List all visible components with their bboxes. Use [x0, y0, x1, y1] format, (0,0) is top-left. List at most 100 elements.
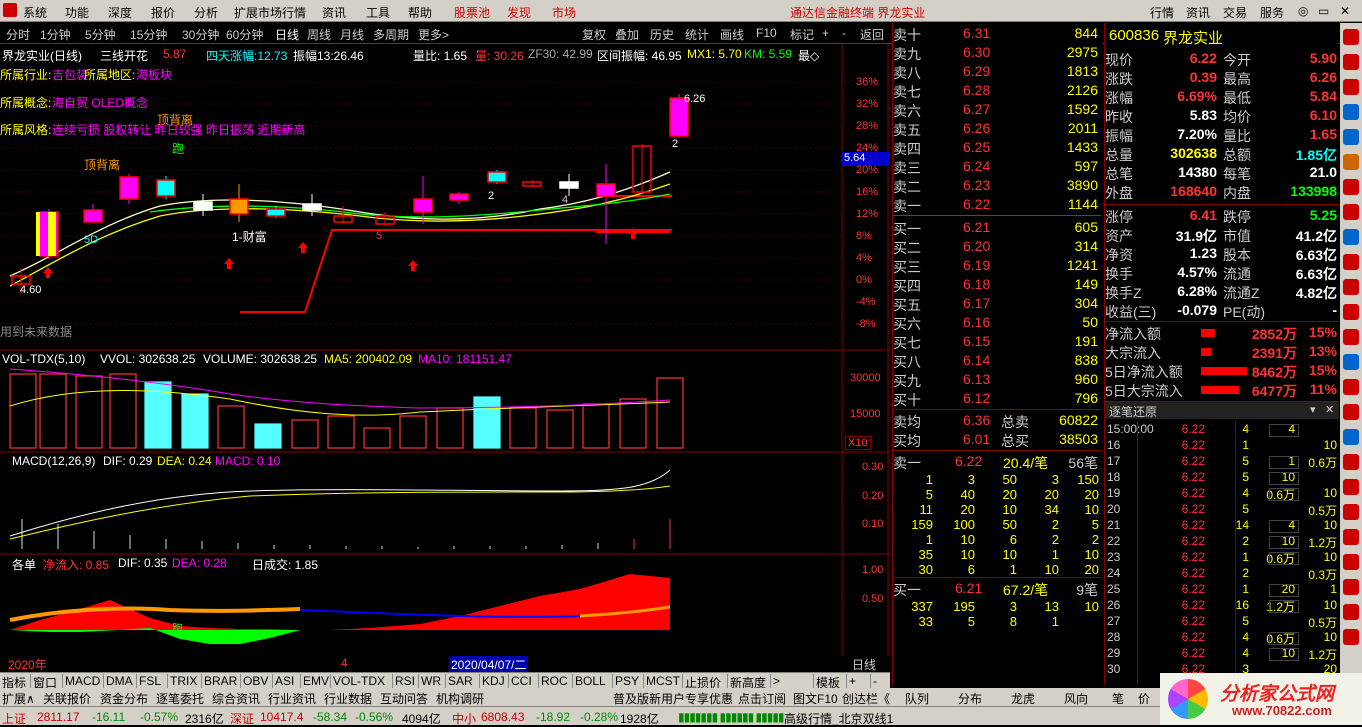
menu-tools[interactable]: 工具: [366, 4, 390, 21]
indicator-tab[interactable]: >: [770, 674, 780, 688]
btn-history[interactable]: 历史: [650, 26, 674, 43]
bottom-tab[interactable]: 行业数据: [324, 690, 372, 707]
period-30min[interactable]: 30分钟: [182, 26, 219, 43]
menu-ext-market[interactable]: 扩展市场行情: [234, 4, 306, 21]
period-multi[interactable]: 多周期: [373, 26, 409, 43]
btn-overlay[interactable]: 叠加: [615, 26, 639, 43]
indicator-tab[interactable]: +: [846, 674, 856, 688]
indicator-tab[interactable]: MCST: [643, 674, 680, 688]
indicator-tab[interactable]: FSL: [136, 674, 161, 688]
indicator-tab[interactable]: EMV: [300, 674, 329, 688]
bottom-tab[interactable]: 点击订阅: [738, 690, 786, 707]
ticks-menu-icon[interactable]: ▾: [1310, 403, 1316, 416]
btn-news[interactable]: 资讯: [1186, 4, 1210, 21]
warn-icon[interactable]: [1343, 479, 1359, 495]
chart-icon[interactable]: [1343, 129, 1359, 145]
sz-label[interactable]: 深证: [230, 710, 254, 727]
rank-icon[interactable]: [1343, 279, 1359, 295]
pin-icon[interactable]: [1343, 579, 1359, 595]
minimize-icon[interactable]: ◎: [1298, 4, 1308, 18]
calc-icon[interactable]: [1343, 504, 1359, 520]
bottom-tab[interactable]: 互动问答: [380, 690, 428, 707]
list-icon[interactable]: [1343, 179, 1359, 195]
mkt-icon[interactable]: [1343, 354, 1359, 370]
btn-service[interactable]: 服务: [1260, 4, 1284, 21]
note-icon[interactable]: [1343, 554, 1359, 570]
btn-trade[interactable]: 交易: [1223, 4, 1247, 21]
close-icon[interactable]: ✕: [1340, 4, 1350, 18]
f10-icon[interactable]: [1343, 54, 1359, 70]
more-indicator[interactable]: 最◇: [798, 47, 819, 64]
news-icon[interactable]: [1343, 79, 1359, 95]
menu-quote[interactable]: 报价: [151, 4, 175, 21]
grid-icon[interactable]: [1343, 204, 1359, 220]
star-icon[interactable]: [1343, 154, 1359, 170]
menu-market[interactable]: 市场: [552, 4, 576, 21]
hist-icon[interactable]: [1343, 404, 1359, 420]
bottom-tab[interactable]: 创达栏《: [842, 690, 890, 707]
sh-label[interactable]: 上证: [2, 710, 26, 727]
more-icon[interactable]: [1343, 629, 1359, 645]
bottom-tab[interactable]: 普及版新用户专享优惠: [613, 690, 733, 707]
menu-help[interactable]: 帮助: [408, 4, 432, 21]
bottom-tab[interactable]: 机构调研: [436, 690, 484, 707]
vol-header[interactable]: VOL-TDX(5,10): [2, 352, 85, 366]
btn-adjust[interactable]: 复权: [582, 26, 606, 43]
macd-header[interactable]: MACD(12,26,9): [12, 454, 95, 468]
period-5min[interactable]: 5分钟: [85, 26, 116, 43]
indicator-tab[interactable]: SAR: [445, 674, 473, 688]
period-week[interactable]: 周线: [307, 26, 331, 43]
period-day[interactable]: 日线: [275, 26, 299, 43]
hot-icon[interactable]: [1343, 254, 1359, 270]
period-15min[interactable]: 15分钟: [130, 26, 167, 43]
indicator-tab[interactable]: -: [870, 674, 877, 688]
indicator-tab[interactable]: MACD: [62, 674, 100, 688]
btn-zoom-out[interactable]: -: [842, 26, 846, 40]
menu-analysis[interactable]: 分析: [194, 4, 218, 21]
indicator-tab[interactable]: CCI: [508, 674, 532, 688]
btn-quote[interactable]: 行情: [1150, 4, 1174, 21]
period-60min[interactable]: 60分钟: [226, 26, 263, 43]
move-icon[interactable]: [1343, 529, 1359, 545]
menu-function[interactable]: 功能: [65, 4, 89, 21]
server-status[interactable]: 高级行情_北京双线1: [784, 710, 893, 727]
bottom-tab[interactable]: 关联报价: [43, 690, 91, 707]
indicator-tab[interactable]: BOLL: [572, 674, 606, 688]
sync-icon[interactable]: [1343, 604, 1359, 620]
indicator-tab[interactable]: BRAR: [201, 674, 237, 688]
period-timeshare[interactable]: 分时: [6, 26, 30, 43]
btn-back[interactable]: 返回: [860, 26, 884, 43]
period-month[interactable]: 月线: [340, 26, 364, 43]
indicator-tab[interactable]: OBV: [240, 674, 268, 688]
restore-icon[interactable]: ▭: [1318, 4, 1329, 18]
bottom-tab[interactable]: 行业资讯: [268, 690, 316, 707]
gd-header[interactable]: 各单: [12, 556, 36, 573]
btn-f10[interactable]: F10: [756, 26, 777, 40]
indicator-tab[interactable]: RSI: [392, 674, 415, 688]
menu-stock-pool[interactable]: 股票池: [454, 4, 490, 21]
indicator-tab[interactable]: PSY: [612, 674, 639, 688]
kline-chart-area[interactable]: 界龙实业(日线) 三线开花 5.87 四天涨幅:12.73 振幅13:26.46…: [0, 44, 890, 673]
bottom-tab[interactable]: 综合资讯: [212, 690, 260, 707]
bottom-tab[interactable]: 价: [1138, 690, 1150, 707]
bottom-tab[interactable]: 图文F10: [793, 690, 838, 707]
bottom-tab[interactable]: 逐笔委托: [156, 690, 204, 707]
ind-icon[interactable]: [1343, 379, 1359, 395]
ticks-close-icon[interactable]: ✕: [1325, 403, 1334, 416]
trend-icon[interactable]: [1343, 104, 1359, 120]
bottom-tab[interactable]: 笔: [1112, 690, 1124, 707]
bottom-tab[interactable]: 资金分布: [100, 690, 148, 707]
btn-draw[interactable]: 画线: [720, 26, 744, 43]
indicator-tab[interactable]: VOL-TDX: [330, 674, 385, 688]
indicator-tab[interactable]: KDJ: [479, 674, 505, 688]
indicator-tab[interactable]: ASI: [272, 674, 294, 688]
indicator-tab[interactable]: DMA: [103, 674, 133, 688]
menu-news[interactable]: 资讯: [322, 4, 346, 21]
btn-zoom-in[interactable]: +: [822, 26, 829, 40]
period-more[interactable]: 更多>: [418, 26, 449, 43]
flow-icon[interactable]: [1343, 229, 1359, 245]
zx-label[interactable]: 中小: [452, 710, 476, 727]
stock-icon[interactable]: [1343, 29, 1359, 45]
period-1min[interactable]: 1分钟: [40, 26, 71, 43]
btn-mark[interactable]: 标记: [790, 26, 814, 43]
